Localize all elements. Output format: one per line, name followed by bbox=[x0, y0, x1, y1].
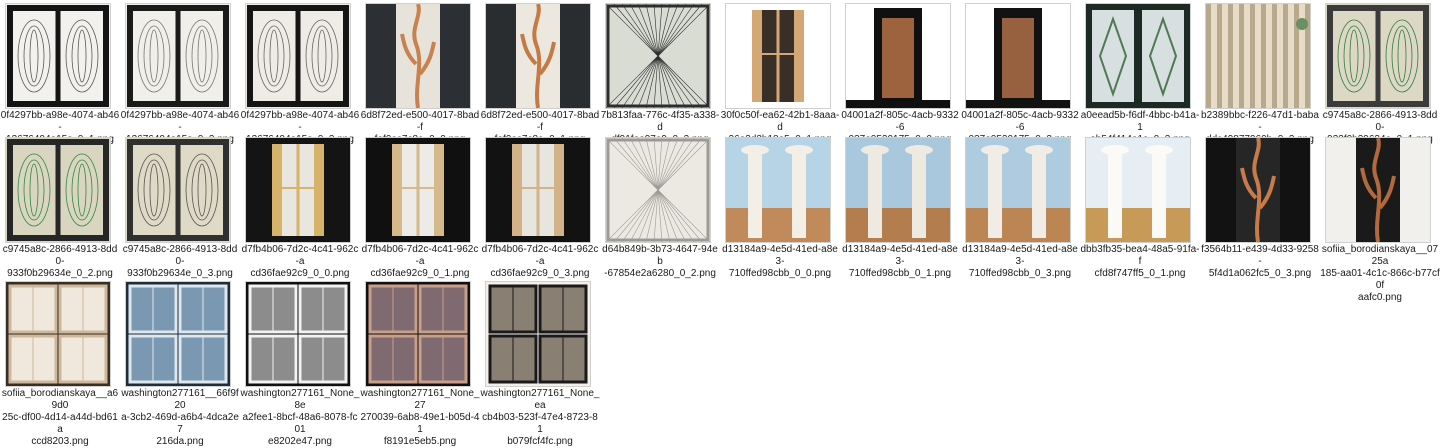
file-name-label: sofiia_borodianskaya__a69d0 25c-df00-4d14… bbox=[1, 388, 119, 447]
copper-branch-door-icon bbox=[366, 4, 470, 108]
starburst-grid-window-icon bbox=[486, 282, 590, 386]
file-name-label: d13184a9-4e5d-41ed-a8e3- 710ffed98cbb_0_0… bbox=[722, 244, 838, 279]
white-pillar-desert-icon bbox=[1086, 138, 1190, 242]
gold-arch-window-icon bbox=[366, 138, 470, 242]
cream-door-wire-loops-icon bbox=[1326, 4, 1430, 108]
leaded-glass-leaf-window-icon bbox=[1086, 4, 1190, 108]
file-thumbnail-grid: 0f4297bb-a98e-4074-ab46-13676404e15c_0_1… bbox=[0, 0, 1440, 447]
black-frame-window-wire-loops-icon bbox=[6, 4, 110, 108]
cream-door-wire-loops-icon bbox=[126, 138, 230, 242]
file-name-label: f3564b11-e439-4d33-9258- 5f4d1a062fc5_0_3… bbox=[1201, 244, 1319, 279]
dark-doorway-copper-icon bbox=[966, 4, 1070, 108]
file-name-label: d7fb4b06-7d2c-4c41-962c-a cd36fae92c9_0_1… bbox=[361, 244, 479, 279]
blue-ice-window-icon bbox=[126, 282, 230, 386]
file-name-label: c9745a8c-2866-4913-8dd0- 933f0b29634e_0_2… bbox=[2, 244, 118, 279]
file-name-label: d13184a9-4e5d-41ed-a8e3- 710ffed98cbb_0_3… bbox=[962, 244, 1078, 279]
file-name-label: c9745a8c-2866-4913-8dd0- 933f0b29634e_0_3… bbox=[122, 244, 238, 279]
copper-branch-door-icon bbox=[1206, 138, 1310, 242]
dark-doorway-copper-icon bbox=[846, 4, 950, 108]
gold-column-window-icon bbox=[726, 4, 830, 108]
file-name-label: washington277161__66f9f20 a-3cb2-469d-a6b… bbox=[121, 388, 239, 447]
black-frame-window-wire-loops-icon bbox=[246, 4, 350, 108]
gold-arch-window-icon bbox=[246, 138, 350, 242]
file-name-label: washington277161_None_8e a2fee1-8bcf-48a6… bbox=[240, 388, 360, 447]
dark-mosaic-window-icon bbox=[366, 282, 470, 386]
white-curtain-window-icon bbox=[246, 282, 350, 386]
torn-paper-wall-icon bbox=[6, 282, 110, 386]
pleated-fan-panels-icon bbox=[606, 138, 710, 242]
gold-arch-window-icon bbox=[486, 138, 590, 242]
file-name-label: washington277161_None_27 270039-6ab8-49e1… bbox=[360, 388, 480, 447]
copper-branch-door-icon bbox=[486, 4, 590, 108]
white-pillar-desert-icon bbox=[846, 138, 950, 242]
file-name-label: d7fb4b06-7d2c-4c41-962c-a cd36fae92c9_0_0… bbox=[241, 244, 359, 279]
cream-door-wire-loops-icon bbox=[6, 138, 110, 242]
file-name-label: dbb3fb35-bea4-48a5-91fa-f cfd8f747ff5_0_1… bbox=[1080, 244, 1200, 279]
black-frame-window-wire-loops-icon bbox=[126, 4, 230, 108]
copper-branch-grid-icon bbox=[1326, 138, 1430, 242]
cream-fluted-panel-icon bbox=[1206, 4, 1310, 108]
file-name-label: sofiia_borodianskaya__0725a 185-aa01-4c1c… bbox=[1320, 244, 1440, 303]
pleated-fan-panels-icon bbox=[606, 4, 710, 108]
white-pillar-desert-icon bbox=[726, 138, 830, 242]
file-name-label: washington277161_None_ea cb4b03-523f-47e4… bbox=[480, 388, 600, 447]
white-pillar-desert-icon bbox=[966, 138, 1070, 242]
file-name-label: d13184a9-4e5d-41ed-a8e3- 710ffed98cbb_0_1… bbox=[842, 244, 958, 279]
file-name-label: d7fb4b06-7d2c-4c41-962c-a cd36fae92c9_0_3… bbox=[481, 244, 599, 279]
file-name-label: d64b849b-3b73-4647-94eb -67854e2a6280_0_2… bbox=[602, 244, 718, 279]
